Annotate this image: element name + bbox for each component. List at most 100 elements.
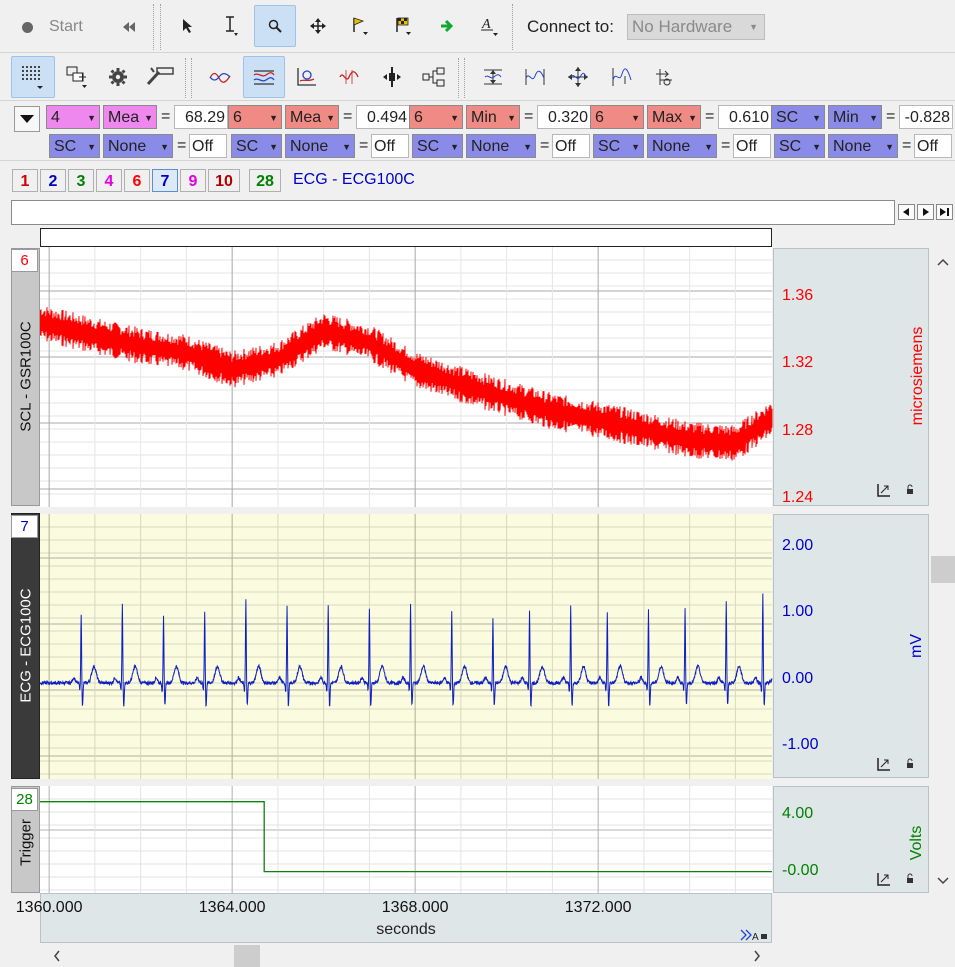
separator	[160, 4, 161, 50]
settings-button[interactable]	[101, 60, 135, 94]
measurement-channel-select[interactable]: SC ▼	[774, 134, 825, 158]
channel-tab-6[interactable]: 6	[124, 169, 150, 192]
vertical-scroll-thumb[interactable]	[931, 556, 955, 583]
vertical-autoscale-button[interactable]	[476, 60, 510, 94]
wave-analysis-button[interactable]	[605, 60, 639, 94]
chevron-down-icon: ▼	[869, 113, 878, 123]
wave-fit-button[interactable]	[518, 60, 552, 94]
rewind-button[interactable]	[112, 10, 146, 44]
measurement-channel-select[interactable]: 6 ▼	[590, 105, 644, 129]
measurement-channel-select[interactable]: SC ▼	[231, 134, 282, 158]
measurement-channel-select[interactable]: SC ▼	[412, 134, 463, 158]
measurement-function-select[interactable]: None ▼	[466, 134, 536, 158]
measurement-function-value: None	[833, 138, 872, 155]
hierarchy-button[interactable]	[417, 60, 451, 94]
tools-button[interactable]	[143, 60, 177, 94]
vertical-scrollbar[interactable]	[931, 248, 955, 893]
event-flag-tool[interactable]	[343, 9, 377, 43]
measurement-function-select[interactable]: None ▼	[828, 134, 898, 158]
grid-tool[interactable]	[11, 56, 55, 98]
equals-sign: =	[177, 137, 187, 154]
wave-analysis-icon	[612, 68, 632, 86]
trigger-tick-label: 4.00	[782, 804, 814, 822]
event-next-button[interactable]	[917, 204, 934, 220]
split-mode-button[interactable]	[243, 56, 285, 98]
event-last-button[interactable]	[936, 204, 953, 220]
measurement-function-select[interactable]: Max ▼	[647, 105, 701, 129]
event-text-field[interactable]	[11, 200, 895, 225]
channel-tab-3[interactable]: 3	[68, 169, 94, 192]
measurement-result: Off	[914, 134, 952, 158]
scl-autoscale-icon[interactable]	[876, 482, 916, 498]
chevron-down-icon[interactable]	[936, 876, 950, 886]
move-tool[interactable]	[301, 9, 335, 43]
measurement-channel-select[interactable]: SC ▼	[593, 134, 644, 158]
channel-tab-10[interactable]: 10	[208, 169, 240, 192]
channel-tab-28[interactable]: 28	[249, 169, 281, 192]
separator	[464, 58, 465, 98]
ecg-tick-label: 2.00	[782, 537, 814, 555]
time-scale-icon[interactable]: A	[739, 926, 771, 942]
event-prev-button[interactable]	[898, 204, 915, 220]
overlap-mode-button[interactable]	[203, 60, 237, 94]
ibeam-icon	[226, 16, 238, 36]
go-arrow-tool[interactable]	[430, 9, 464, 43]
chevron-down-icon: ▼	[269, 113, 278, 123]
zoom-both-button[interactable]	[561, 60, 595, 94]
arrow-tool[interactable]	[171, 9, 205, 43]
measurement-function-select[interactable]: Min ▼	[828, 105, 882, 129]
channel-tab-4[interactable]: 4	[96, 169, 122, 192]
separator	[185, 58, 186, 98]
trigger-autoscale-icon[interactable]	[876, 871, 916, 887]
chevron-down-icon: ▼	[704, 142, 713, 152]
display-toolbar	[0, 54, 955, 101]
measurement-function-select[interactable]: None ▼	[285, 134, 355, 158]
equals-sign: =	[343, 108, 353, 125]
channel-tab-2[interactable]: 2	[40, 169, 66, 192]
start-button[interactable]: Start	[14, 10, 94, 44]
scl-tick-label: 1.24	[782, 488, 814, 506]
ibeam-tool[interactable]	[214, 9, 248, 43]
wrench-icon	[146, 67, 174, 86]
measurement-result: 0.494	[356, 105, 410, 129]
measurement-function-select[interactable]: None ▼	[647, 134, 717, 158]
overlap-segments-button[interactable]	[648, 60, 682, 94]
measurement-collapse-button[interactable]	[14, 106, 40, 132]
chevron-left-icon[interactable]	[52, 949, 62, 963]
measurement-result: Off	[552, 134, 590, 158]
measurement-channel-select[interactable]: SC ▼	[49, 134, 100, 158]
channel-tab-7[interactable]: 7	[152, 169, 178, 192]
channel-setup-button[interactable]	[60, 60, 94, 94]
measurement-function-select[interactable]: Min ▼	[466, 105, 520, 129]
measurement-function-select[interactable]: Mea ▼	[103, 105, 157, 129]
checkered-flag-tool[interactable]	[386, 9, 420, 43]
chevron-down-icon: ▼	[450, 142, 459, 152]
xy-mode-button[interactable]	[289, 60, 323, 94]
chevron-right-icon[interactable]	[752, 949, 762, 963]
time-tick-label: 1372.000	[564, 899, 632, 916]
autoscale-waveforms-button[interactable]	[332, 60, 366, 94]
channel-tab-1[interactable]: 1	[12, 169, 38, 192]
measurement-function-value: None	[108, 138, 147, 155]
measurement-channel-select[interactable]: 6 ▼	[409, 105, 463, 129]
measurement-channel-value: SC	[776, 109, 799, 126]
flag-icon	[353, 17, 368, 35]
center-marker-button[interactable]	[375, 60, 409, 94]
zoom-tool[interactable]	[254, 5, 296, 47]
ecg-autoscale-icon[interactable]	[876, 756, 916, 772]
measurement-function-select[interactable]: None ▼	[103, 134, 173, 158]
hardware-select[interactable]: No Hardware ▼	[627, 14, 765, 40]
waveform-area[interactable]	[40, 247, 773, 893]
measurement-channel-select[interactable]: 4 ▼	[46, 105, 100, 129]
measurement-channel-select[interactable]: SC ▼	[771, 105, 825, 129]
chevron-up-icon[interactable]	[936, 257, 950, 267]
measurement-channel-select[interactable]: 6 ▼	[228, 105, 282, 129]
horizontal-scrollbar[interactable]	[40, 945, 772, 967]
trigger-unit-label: Volts	[908, 825, 925, 861]
triangle-left-icon	[903, 208, 909, 216]
event-marker-bar[interactable]	[40, 228, 772, 247]
horizontal-scroll-thumb[interactable]	[234, 945, 260, 967]
annotation-tool[interactable]: A	[472, 9, 506, 43]
measurement-function-select[interactable]: Mea ▼	[285, 105, 339, 129]
channel-tab-9[interactable]: 9	[180, 169, 206, 192]
